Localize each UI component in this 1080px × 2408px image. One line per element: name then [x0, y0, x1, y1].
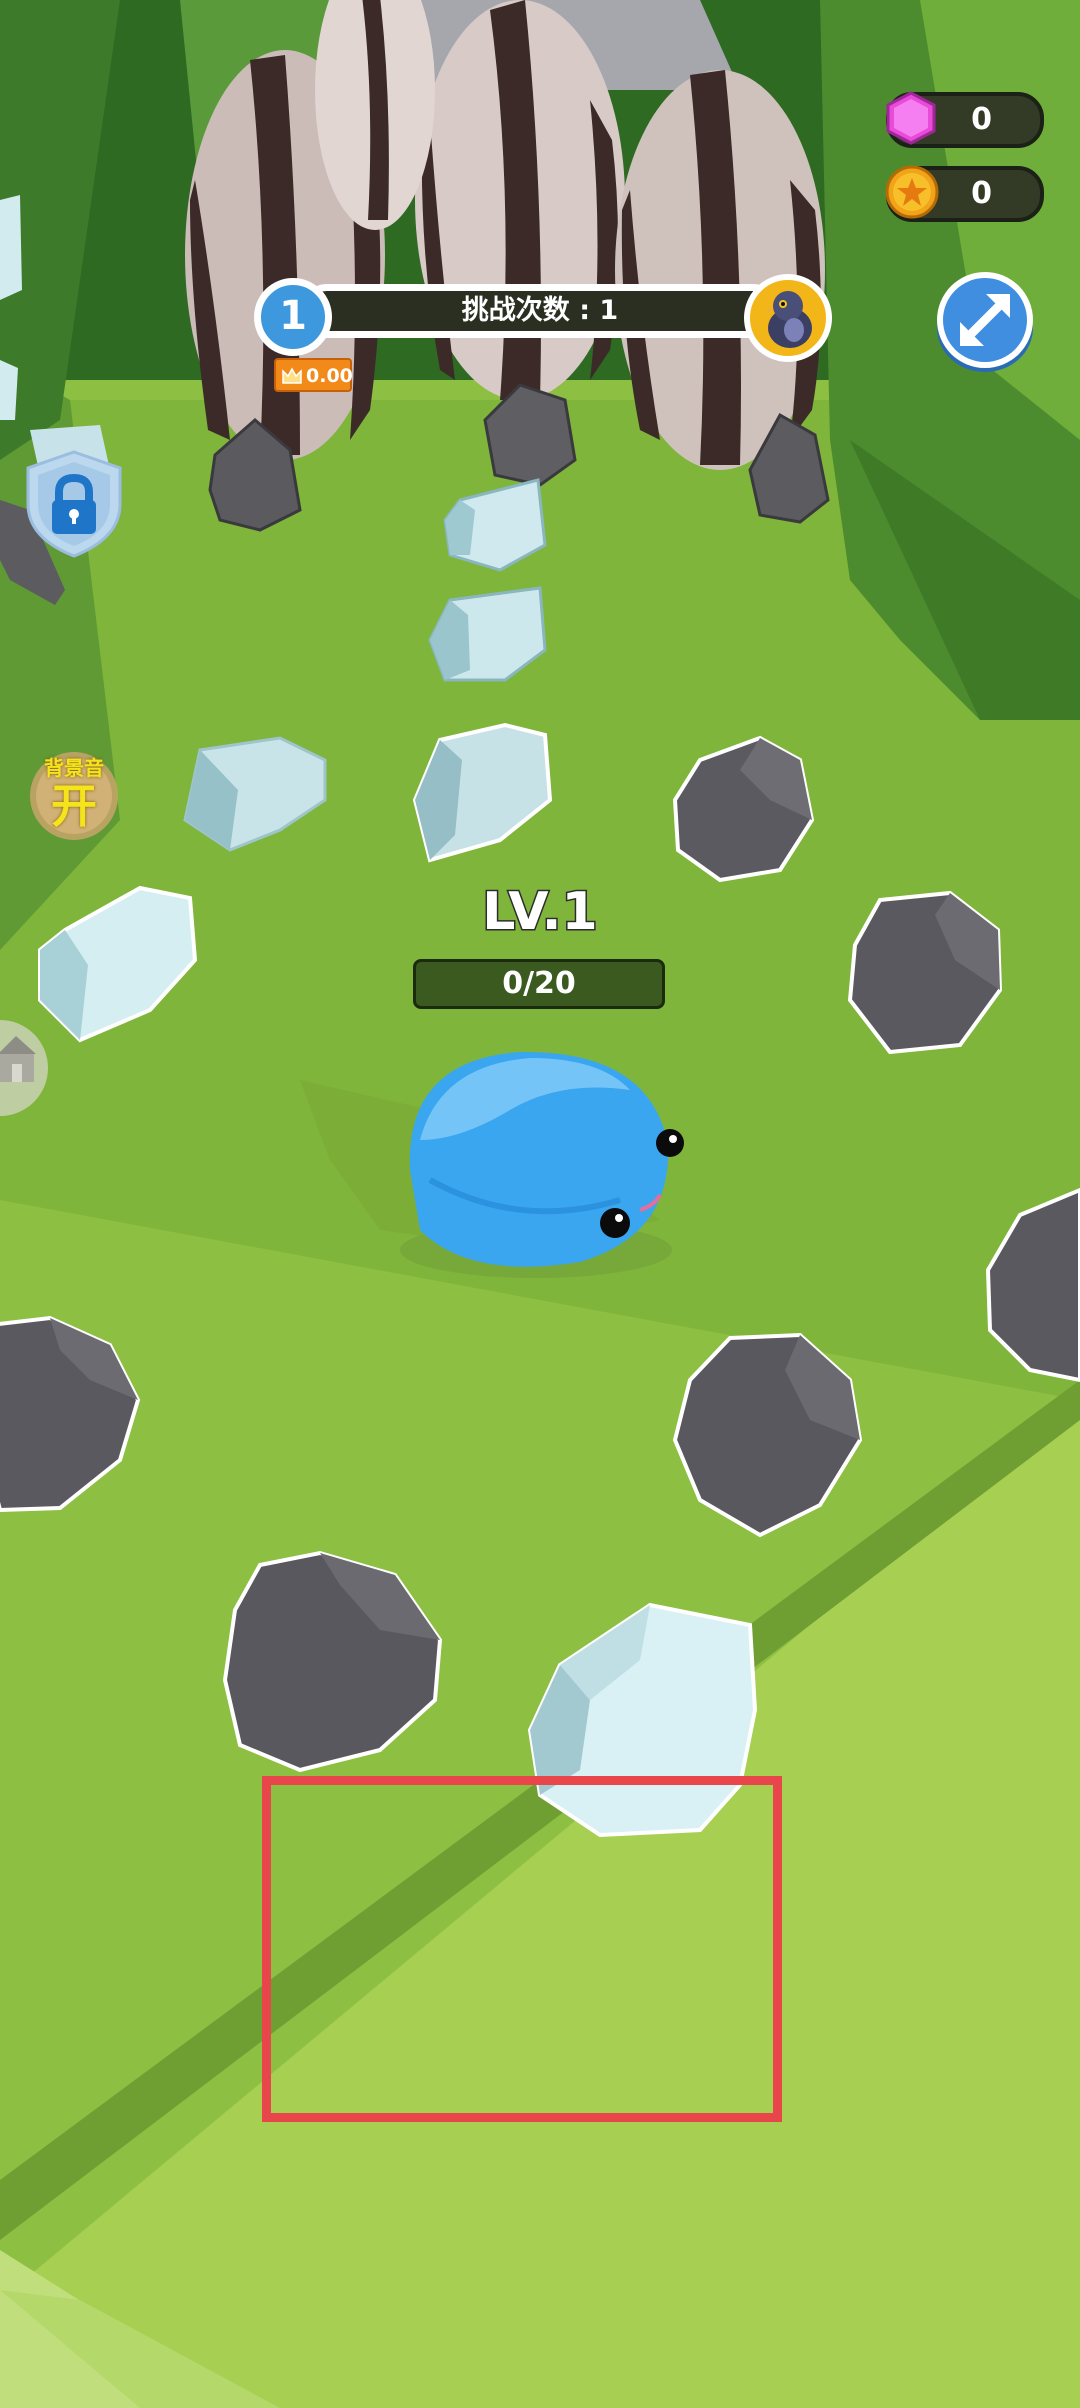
seed-pillar-2 — [415, 0, 625, 400]
coin-count: 0 — [971, 176, 992, 211]
shop-button[interactable] — [0, 1018, 50, 1118]
tap-highlight-zone[interactable] — [262, 1776, 782, 2122]
stage-level-number: 1 — [279, 293, 307, 339]
score-badge: 0.00 — [274, 358, 353, 392]
xp-text: 0/20 — [502, 966, 576, 1001]
game-stage[interactable]: 0 0 挑战次数 : 1 1 0.00 背景音 开 LV.1 0/20 — [0, 0, 1080, 2408]
pigeon-boss-icon — [764, 291, 812, 348]
seed-pillar-3 — [615, 70, 825, 470]
gem-count: 0 — [971, 102, 992, 137]
score-value: 0.00 — [306, 365, 353, 387]
star-coin-icon — [885, 165, 939, 219]
xp-progress-bar: 0/20 — [413, 959, 665, 1009]
boss-avatar — [744, 274, 832, 362]
bgm-state: 开 — [51, 779, 97, 833]
gem-icon — [886, 91, 936, 145]
crown-icon — [282, 367, 302, 384]
stage-level-badge: 1 — [254, 278, 332, 356]
challenge-attempts: 挑战次数 : 1 — [461, 295, 619, 326]
player-level: LV.1 — [481, 881, 599, 944]
expand-button[interactable] — [934, 268, 1036, 374]
lock-button[interactable] — [22, 448, 126, 558]
challenge-progress-bar: 挑战次数 : 1 — [300, 284, 780, 338]
